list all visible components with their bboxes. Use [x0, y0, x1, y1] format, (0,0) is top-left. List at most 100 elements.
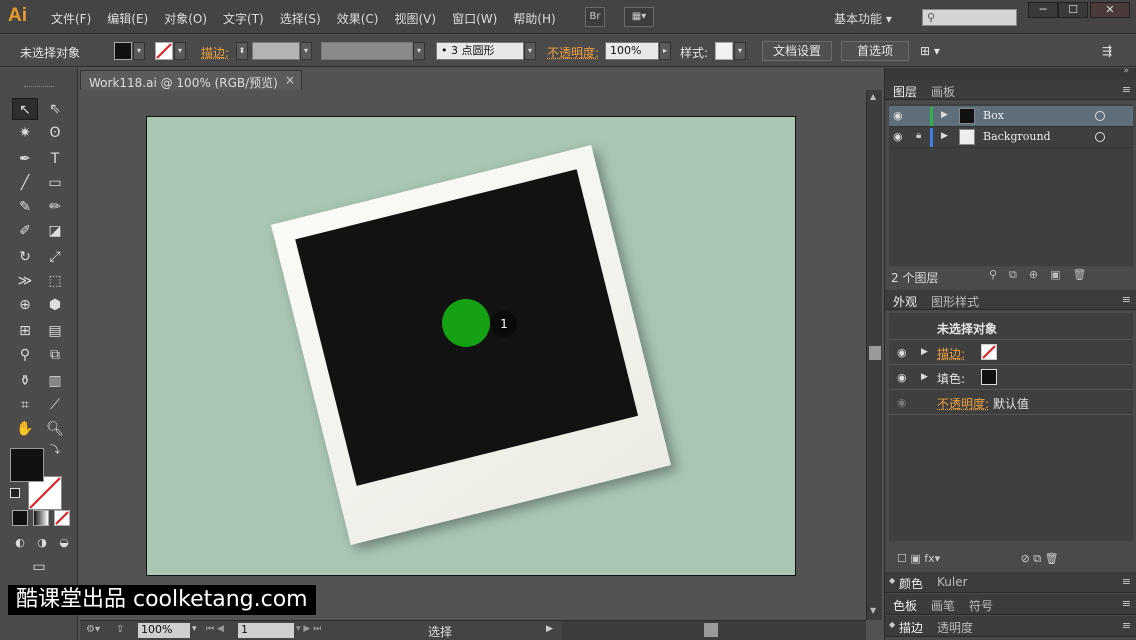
tab-appearance[interactable]: 外观	[893, 293, 917, 310]
mesh-tool-icon[interactable]: ⊞	[12, 320, 38, 342]
tab-color[interactable]: 颜色	[899, 575, 923, 592]
layers-panel-menu-icon[interactable]: ≡	[1122, 83, 1131, 96]
fill-swatch[interactable]	[114, 42, 132, 60]
layer-row-background[interactable]: ◉ 🔒︎ ▶ Background	[889, 127, 1133, 148]
layer-row-box[interactable]: ◉ ▶ Box	[889, 106, 1133, 127]
none-mode-button[interactable]	[54, 510, 70, 526]
stroke-weight-field[interactable]	[252, 42, 300, 60]
pen-tool-icon[interactable]: ✒	[12, 148, 38, 170]
menu-help[interactable]: 帮助(H)	[513, 10, 555, 27]
bridge-button[interactable]: Br	[585, 7, 605, 27]
hand-tool-icon[interactable]: ✋	[12, 418, 38, 440]
artboard-tool-icon[interactable]: ⌗	[12, 394, 38, 416]
control-panel-menu-icon[interactable]: ⇶	[1102, 44, 1112, 58]
document-setup-button[interactable]: 文档设置	[762, 41, 832, 61]
preferences-button[interactable]: 首选项	[841, 41, 909, 61]
vertical-scroll-thumb[interactable]	[869, 346, 881, 360]
shape-builder-tool-icon[interactable]: ⊕	[12, 294, 38, 316]
status-menu-icon[interactable]: ⚙▾	[86, 624, 100, 635]
menu-window[interactable]: 窗口(W)	[452, 10, 497, 27]
artboard-number-field[interactable]: 1	[238, 623, 294, 638]
stroke-dropdown[interactable]: ▾	[174, 42, 186, 60]
stroke-none-swatch[interactable]	[155, 42, 173, 60]
eye-icon[interactable]: ◉	[893, 130, 903, 143]
opacity-label[interactable]: 不透明度:	[547, 44, 599, 61]
rotate-tool-icon[interactable]: ↻	[12, 246, 38, 268]
zoom-tool-icon[interactable]: 🔍︎	[42, 418, 68, 440]
blob-brush-tool-icon[interactable]: ✐	[12, 220, 38, 242]
color-mode-button[interactable]	[12, 510, 28, 526]
share-icon[interactable]: ⇪	[116, 624, 124, 635]
swap-colors-icon[interactable]: ⤵	[46, 442, 64, 460]
line-tool-icon[interactable]: ╱	[12, 172, 38, 194]
magic-wand-tool-icon[interactable]: ✷	[12, 122, 38, 144]
arrange-documents-button[interactable]: ▦▾	[624, 7, 654, 27]
zoom-dropdown-icon[interactable]: ▾	[192, 624, 197, 634]
default-colors-icon[interactable]	[10, 488, 20, 498]
slice-tool-icon[interactable]: ⟋	[42, 394, 68, 416]
status-arrow-icon[interactable]: ▶	[546, 624, 553, 634]
appearance-stroke-label[interactable]: 描边:	[937, 345, 965, 362]
tab-brushes[interactable]: 画笔	[931, 597, 955, 614]
fill-dropdown[interactable]: ▾	[133, 42, 145, 60]
fill-color-box[interactable]	[10, 448, 44, 482]
style-dropdown[interactable]: ▾	[734, 42, 746, 60]
draw-normal-icon[interactable]: ◐	[10, 532, 30, 554]
eraser-tool-icon[interactable]: ◪	[42, 220, 68, 242]
opacity-dropdown[interactable]: ▸	[659, 42, 671, 60]
color-panel-group[interactable]: ◆ 颜色 Kuler ≡	[885, 572, 1136, 593]
eye-icon[interactable]: ◉	[897, 346, 907, 359]
menu-select[interactable]: 选择(S)	[280, 10, 321, 27]
expand-triangle-icon[interactable]: ▶	[941, 110, 948, 120]
vertical-scrollbar[interactable]: ▲ ▼	[866, 90, 882, 620]
tab-artboards[interactable]: 画板	[931, 83, 955, 100]
paintbrush-tool-icon[interactable]: ✎	[12, 196, 38, 218]
width-tool-icon[interactable]: ≫	[12, 270, 38, 292]
layer-target-icon[interactable]	[1095, 111, 1105, 121]
minimize-button[interactable]: ─	[1028, 2, 1058, 18]
column-graph-tool-icon[interactable]: ▥	[42, 370, 68, 392]
tab-graphic-styles[interactable]: 图形样式	[931, 293, 979, 310]
lock-icon[interactable]: 🔒︎	[916, 130, 921, 141]
tab-stroke[interactable]: 描边	[899, 619, 923, 636]
document-tab[interactable]: Work118.ai @ 100% (RGB/预览) ×	[80, 70, 302, 90]
profile-dropdown[interactable]: ▾	[413, 42, 425, 60]
appearance-opacity-row[interactable]: ◉ 不透明度: 默认值	[889, 390, 1133, 415]
horizontal-scroll-thumb[interactable]	[704, 623, 718, 637]
expand-arrows-icon[interactable]: ◆	[889, 620, 895, 629]
zoom-field[interactable]: 100%	[138, 623, 190, 638]
stroke-weight-dropdown[interactable]: ▾	[300, 42, 312, 60]
expand-triangle-icon[interactable]: ▶	[941, 131, 948, 141]
swatches-panel-group[interactable]: 色板 画笔 符号 ≡	[885, 594, 1136, 615]
style-swatch[interactable]	[715, 42, 733, 60]
eyedropper-tool-icon[interactable]: ⚲	[12, 344, 38, 366]
expand-triangle-icon[interactable]: ▶	[921, 372, 928, 382]
menu-view[interactable]: 视图(V)	[394, 10, 436, 27]
variable-width-profile[interactable]	[321, 42, 413, 60]
screen-mode-icon[interactable]: ▭	[26, 556, 52, 578]
eye-icon[interactable]: ◉	[897, 371, 907, 384]
opacity-field[interactable]: 100%	[605, 42, 659, 60]
stroke-weight-stepper[interactable]: ⬍	[236, 42, 248, 60]
swatches-panel-menu-icon[interactable]: ≡	[1122, 597, 1131, 610]
layer-target-icon[interactable]	[1095, 132, 1105, 142]
selection-tool-icon[interactable]: ↖	[12, 98, 38, 120]
rectangle-tool-icon[interactable]: ▭	[42, 172, 68, 194]
next-artboard-icon[interactable]: ▾ ▶ ⏭	[296, 624, 321, 634]
expand-arrows-icon[interactable]: ◆	[889, 576, 895, 585]
stroke-panel-menu-icon[interactable]: ≡	[1122, 619, 1131, 632]
lasso-tool-icon[interactable]: ʘ	[42, 122, 68, 144]
scale-tool-icon[interactable]: ⤢	[42, 246, 68, 268]
appearance-fill-row[interactable]: ◉ ▶ 填色:	[889, 365, 1133, 390]
tab-transparency[interactable]: 透明度	[937, 619, 973, 636]
canvas-area[interactable]: 1	[80, 90, 866, 620]
collapse-dock-icon[interactable]: »	[1123, 66, 1129, 76]
stroke-none-swatch[interactable]	[981, 344, 997, 360]
menu-type[interactable]: 文字(T)	[223, 10, 264, 27]
stroke-panel-group[interactable]: ◆ 描边 透明度 ≡	[885, 616, 1136, 637]
brush-field[interactable]: • 3 点圆形	[436, 42, 524, 60]
tab-swatches[interactable]: 色板	[893, 597, 917, 614]
gradient-tool-icon[interactable]: ▤	[42, 320, 68, 342]
workspace-switcher[interactable]: 基本功能 ▾	[834, 10, 892, 27]
eye-icon[interactable]: ◉	[893, 109, 903, 122]
